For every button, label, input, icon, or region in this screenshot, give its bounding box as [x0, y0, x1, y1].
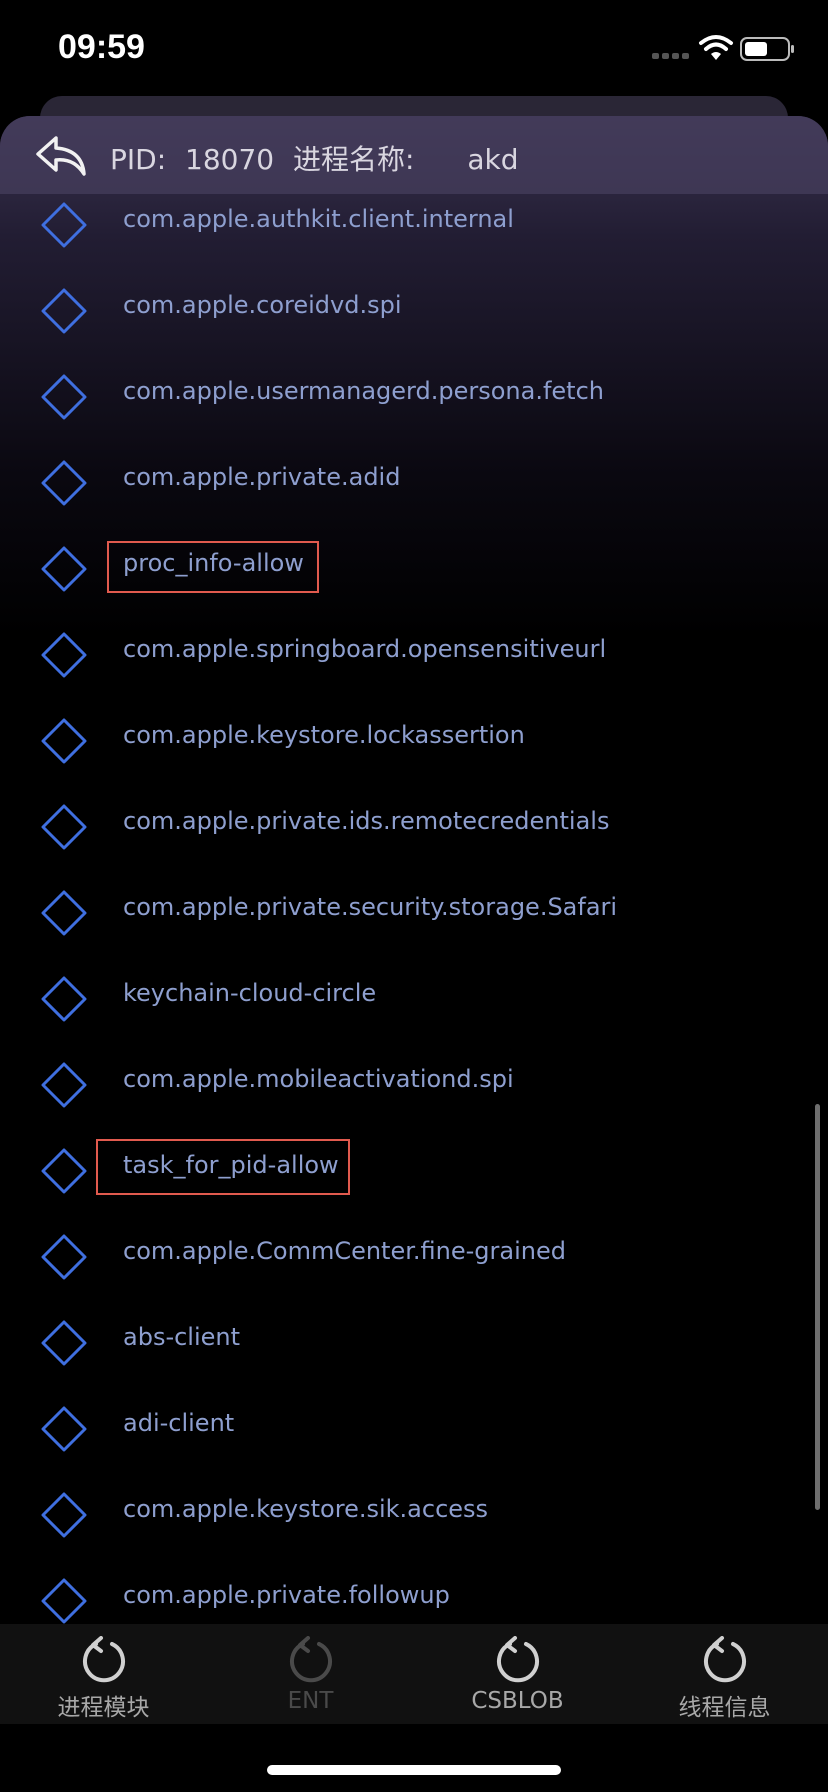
tab-process-modules[interactable]: 进程模块 — [0, 1624, 207, 1724]
process-name-value: akd — [467, 143, 519, 176]
diamond-icon — [41, 1062, 87, 1108]
cellular-signal-icon — [652, 53, 689, 59]
tab-label: 进程模块 — [57, 1695, 150, 1721]
entitlement-item[interactable]: com.apple.usermanagerd.persona.fetch — [0, 350, 828, 436]
entitlement-label: proc_info-allow — [123, 549, 304, 577]
entitlement-label: abs-client — [123, 1323, 241, 1351]
tab-csblob[interactable]: CSBLOB — [414, 1624, 621, 1724]
entitlement-item[interactable]: com.apple.springboard.opensensitiveurl — [0, 608, 828, 694]
entitlement-item[interactable]: abs-client — [0, 1296, 828, 1382]
wifi-icon — [699, 35, 733, 60]
entitlement-label: com.apple.mobileactivationd.spi — [123, 1065, 514, 1093]
refresh-icon — [497, 1636, 539, 1683]
scrollbar[interactable] — [815, 1104, 820, 1510]
pid-label: PID: — [110, 143, 167, 176]
status-bar: 09:59 — [0, 0, 828, 96]
status-time: 09:59 — [58, 28, 145, 66]
diamond-icon — [41, 374, 87, 420]
entitlement-item[interactable]: adi-client — [0, 1382, 828, 1468]
diamond-icon — [41, 546, 87, 592]
battery-icon — [740, 37, 794, 61]
entitlement-label: com.apple.usermanagerd.persona.fetch — [123, 377, 604, 405]
entitlement-label: com.apple.keystore.lockassertion — [123, 721, 525, 749]
entitlement-item[interactable]: com.apple.private.ids.remotecredentials — [0, 780, 828, 866]
entitlement-item[interactable]: com.apple.private.adid — [0, 436, 828, 522]
entitlement-item[interactable]: task_for_pid-allow — [0, 1124, 828, 1210]
diamond-icon — [41, 202, 87, 248]
entitlement-label: com.apple.private.ids.remotecredentials — [123, 807, 610, 835]
entitlement-label: com.apple.springboard.opensensitiveurl — [123, 635, 607, 663]
entitlement-item[interactable]: com.apple.authkit.client.internal — [0, 178, 828, 264]
tab-ent[interactable]: ENT — [207, 1624, 414, 1724]
diamond-icon — [41, 1320, 87, 1366]
entitlement-label: com.apple.keystore.sik.access — [123, 1495, 489, 1523]
entitlement-item[interactable]: com.apple.private.security.storage.Safar… — [0, 866, 828, 952]
diamond-icon — [41, 1492, 87, 1538]
tab-thread-info[interactable]: 线程信息 — [621, 1624, 828, 1724]
tab-label: ENT — [287, 1688, 334, 1714]
entitlement-label: adi-client — [123, 1409, 235, 1437]
entitlement-item[interactable]: proc_info-allow — [0, 522, 828, 608]
entitlement-item[interactable]: com.apple.keystore.sik.access — [0, 1468, 828, 1554]
process-info: PID: 18070 进程名称: akd — [110, 138, 529, 178]
tab-label: CSBLOB — [471, 1688, 564, 1714]
diamond-icon — [41, 632, 87, 678]
entitlement-label: task_for_pid-allow — [123, 1151, 339, 1179]
diamond-icon — [41, 460, 87, 506]
tab-label: 线程信息 — [678, 1695, 771, 1721]
home-indicator[interactable] — [267, 1765, 561, 1775]
pid-value: 18070 — [185, 143, 275, 176]
entitlement-label: com.apple.authkit.client.internal — [123, 205, 514, 233]
diamond-icon — [41, 1234, 87, 1280]
entitlements-sheet: PID: 18070 进程名称: akd com.apple.authkit.c… — [0, 116, 828, 1792]
diamond-icon — [41, 804, 87, 850]
diamond-icon — [41, 1148, 87, 1194]
refresh-icon — [704, 1636, 746, 1683]
entitlement-label: keychain-cloud-circle — [123, 979, 377, 1007]
diamond-icon — [41, 976, 87, 1022]
back-arrow-icon[interactable] — [34, 132, 90, 180]
entitlement-item[interactable]: com.apple.coreidvd.spi — [0, 264, 828, 350]
refresh-icon — [290, 1636, 332, 1683]
diamond-icon — [41, 1578, 87, 1624]
diamond-icon — [41, 288, 87, 334]
entitlement-label: com.apple.coreidvd.spi — [123, 291, 402, 319]
entitlement-label: com.apple.CommCenter.fine-grained — [123, 1237, 566, 1265]
entitlement-item[interactable]: com.apple.mobileactivationd.spi — [0, 1038, 828, 1124]
entitlement-label: com.apple.private.security.storage.Safar… — [123, 893, 618, 921]
refresh-icon — [83, 1636, 125, 1683]
entitlement-item[interactable]: com.apple.CommCenter.fine-grained — [0, 1210, 828, 1296]
diamond-icon — [41, 1406, 87, 1452]
diamond-icon — [41, 718, 87, 764]
entitlement-label: com.apple.private.followup — [123, 1581, 450, 1609]
tab-bar: 进程模块 ENT CSBLOB 线程信息 — [0, 1624, 828, 1724]
entitlement-item[interactable]: keychain-cloud-circle — [0, 952, 828, 1038]
entitlement-item[interactable]: com.apple.keystore.lockassertion — [0, 694, 828, 780]
diamond-icon — [41, 890, 87, 936]
screen: 09:59 PID: 18070 进程名称: akd com.apple.aut… — [0, 0, 828, 1792]
entitlement-label: com.apple.private.adid — [123, 463, 401, 491]
process-name-label: 进程名称: — [293, 143, 415, 176]
